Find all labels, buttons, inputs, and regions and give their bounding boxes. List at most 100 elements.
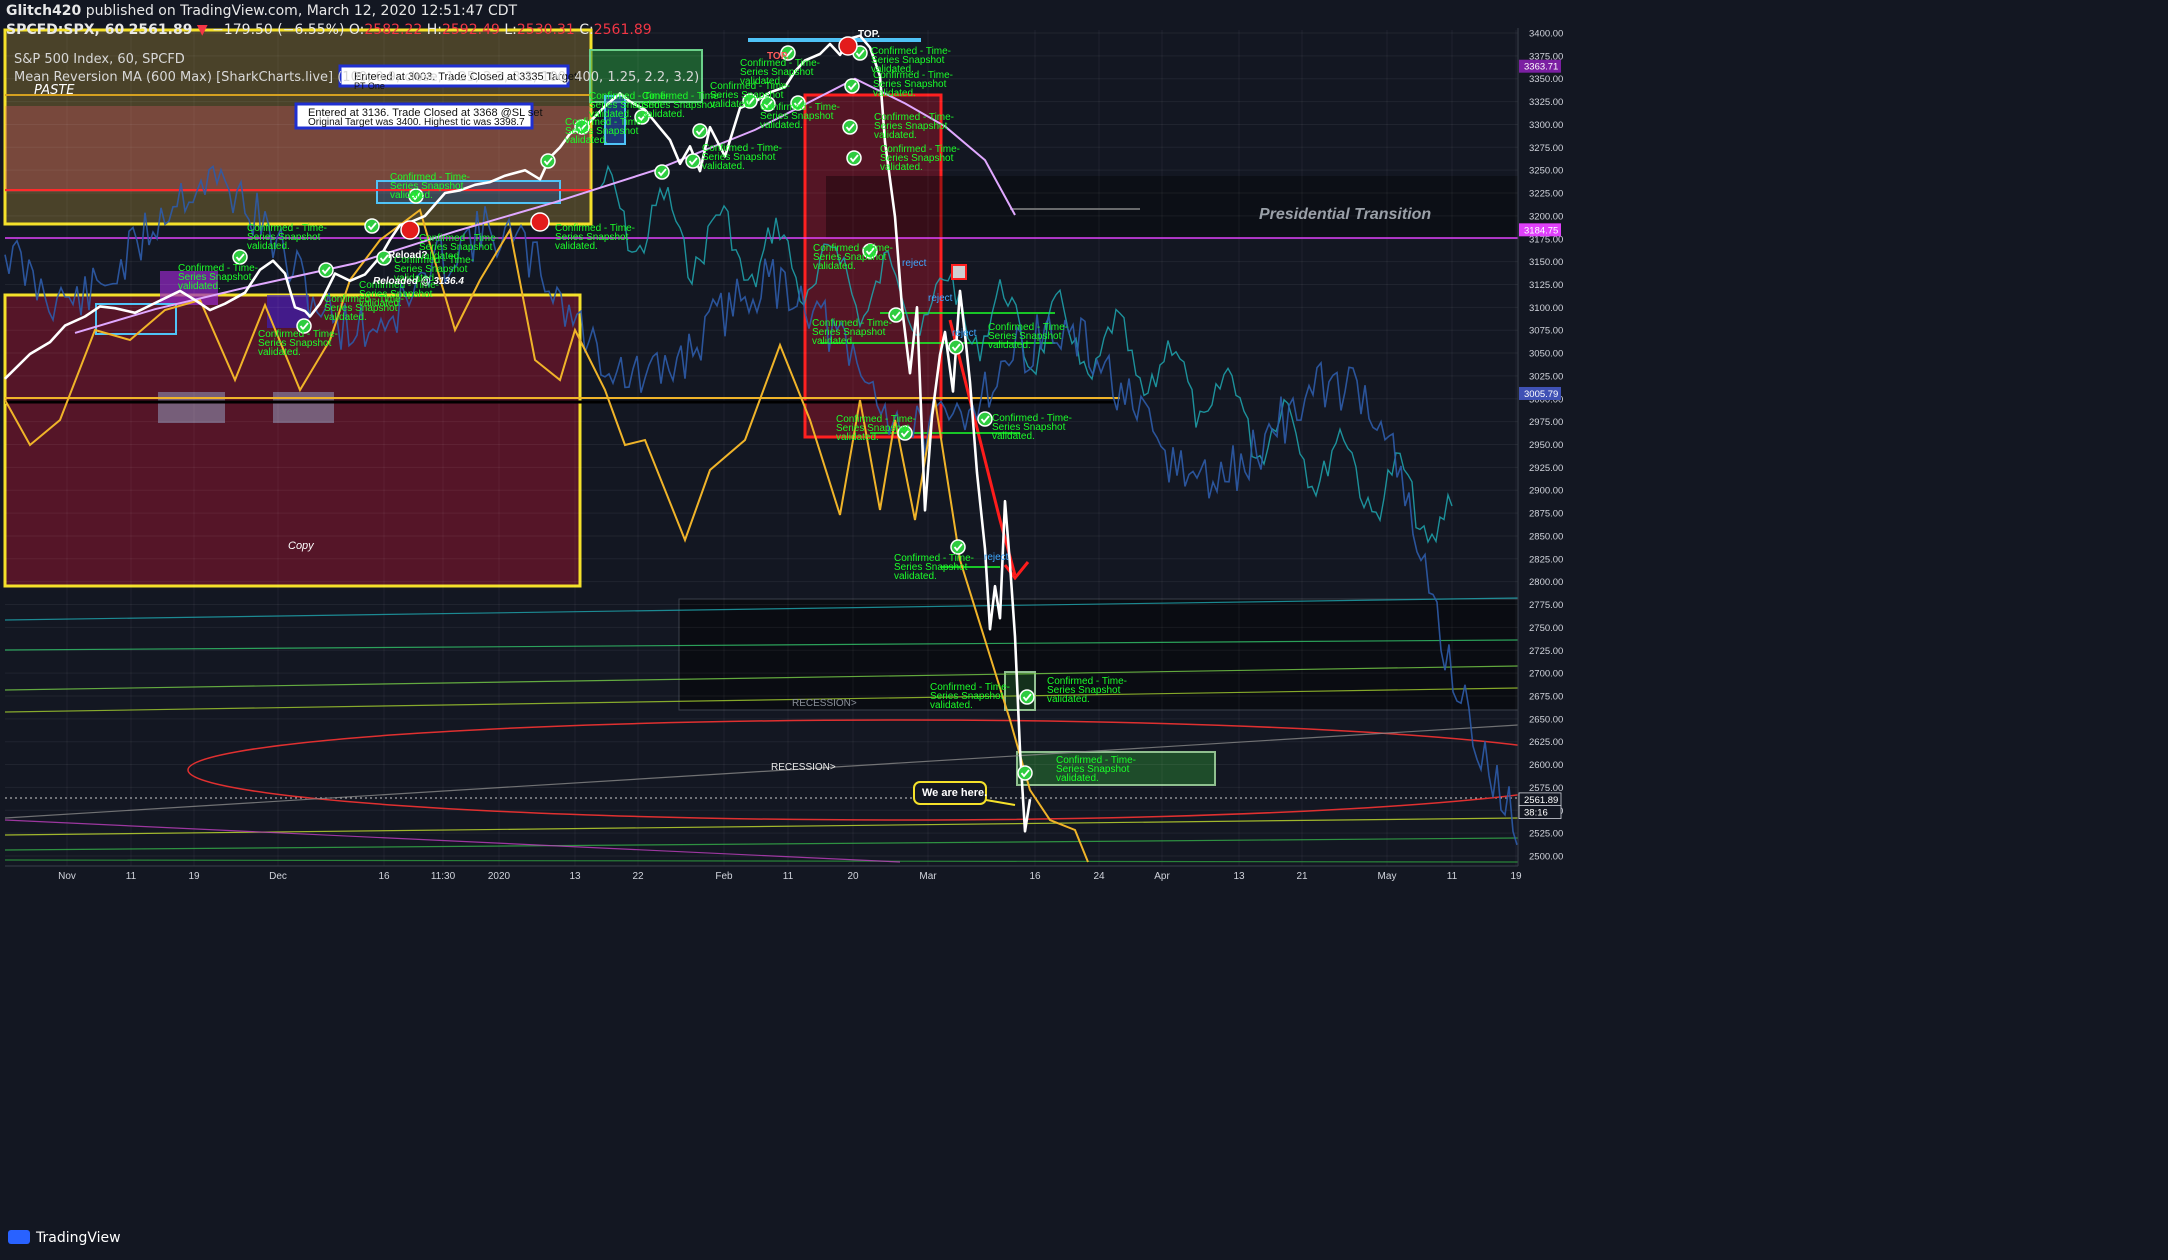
we-are-here-label: We are here. [922,787,987,799]
confirmed-label: validated. [812,336,855,347]
price-point [524,169,526,171]
price-point [489,181,491,183]
reject-label-4: reject [984,552,1009,563]
symbol-label[interactable]: SPCFD:SPX, 60 [6,22,124,38]
y-tick-label: 3100.00 [1529,303,1563,314]
x-tick-label: 22 [632,871,644,882]
y-tick-label: 2800.00 [1529,577,1563,588]
high-label: H: [426,22,442,38]
price-point [29,353,31,355]
y-tick-label: 3275.00 [1529,143,1563,154]
price-tag-label: 3184.75 [1524,225,1558,236]
x-tick-label: Dec [269,871,287,882]
confirmed-label: validated. [760,120,803,131]
gray-box-2 [273,392,334,423]
low-label: L: [504,22,517,38]
reloaded-label: Reloaded @ 3136.4 [373,276,464,287]
y-tick-label: 2775.00 [1529,600,1563,611]
price-tag-label: 2561.89 [1524,795,1558,806]
y-tick-label: 3050.00 [1529,349,1563,360]
x-tick-label: 19 [1510,871,1522,882]
recession-label-2: RECESSION> [771,762,836,773]
y-tick-label: 2875.00 [1529,509,1563,520]
confirmed-label: validated. [702,161,745,172]
y-tick-label: 3350.00 [1529,74,1563,85]
price-point [916,306,918,308]
x-tick-label: Apr [1154,871,1170,882]
check-icon [842,119,858,135]
confirmed-label: validated. [324,312,367,323]
author-name[interactable]: Glitch420 [6,3,81,19]
confirmed-label: validated. [930,700,973,711]
price-point [989,628,991,630]
price-point [999,617,1001,619]
price-point [49,341,51,343]
check-icon [950,539,966,555]
y-tick-label: 2850.00 [1529,531,1563,542]
published-text: published on TradingView.com, March 12, … [85,3,518,19]
confirmed-label: validated. [1056,773,1099,784]
reject-label-3: reject [952,328,977,339]
open-label: O: [348,22,365,38]
tradingview-logo[interactable]: TradingView [8,1230,121,1246]
price-point [334,272,336,275]
price-point [669,139,671,141]
y-tick-label: 3400.00 [1529,29,1563,40]
confirmed-label: validated. [359,298,402,309]
copy-label: Copy [288,540,315,552]
check-icon [948,339,964,355]
confirmed-label: validated. [642,109,685,120]
price-point [959,290,961,292]
price-point [244,292,246,294]
price-point [504,175,506,177]
confirmed-label: validated. [258,347,301,358]
stop-icon [400,220,420,240]
indicator-label[interactable]: Mean Reversion MA (600 Max) [SharkCharts… [14,70,699,85]
open-value: 2582.22 [364,22,423,38]
y-tick-label: 2825.00 [1529,554,1563,565]
price-point [364,273,366,275]
price-tag-label: 3005.79 [1524,389,1558,400]
top-band [748,38,921,42]
chart-canvas[interactable]: Confirmed - Time-Series Snapshotvalidate… [0,0,2168,1260]
y-tick-label: 3200.00 [1529,211,1563,222]
confirmed-label: validated. [565,135,608,146]
confirmed-label: validated. [1047,694,1090,705]
brand-label: TradingView [36,1230,121,1246]
y-tick-label: 2975.00 [1529,417,1563,428]
price-point [349,280,351,282]
reject-label-2: reject [928,293,953,304]
top-label-2: TOP. [858,29,880,40]
y-tick-label: 2650.00 [1529,714,1563,725]
price-point [931,415,933,417]
x-tick-label: 2020 [488,871,511,882]
y-tick-label: 2675.00 [1529,691,1563,702]
price-point [84,315,86,318]
price-point [224,303,226,305]
close-value: 2561.89 [593,22,652,38]
chart-title[interactable]: S&P 500 Index, 60, SPCFD [14,52,185,67]
y-tick-label: 2950.00 [1529,440,1563,451]
x-tick-label: 20 [847,871,859,882]
footer-bar [0,1218,2168,1260]
confirmed-label: validated. [880,162,923,173]
y-tick-label: 2600.00 [1529,760,1563,771]
x-tick-label: 16 [378,871,390,882]
x-tick-label: May [1378,871,1397,882]
x-tick-label: 11:30 [431,871,456,882]
price-point [894,216,896,218]
price-point [259,269,261,271]
y-tick-label: 2625.00 [1529,737,1563,748]
y-tick-label: 2700.00 [1529,669,1563,680]
time-scale-background [0,866,1518,884]
y-tick-label: 2925.00 [1529,463,1563,474]
y-tick-label: 3125.00 [1529,280,1563,291]
price-point [474,184,476,186]
confirmed-label: validated. [740,76,783,87]
price-point [559,146,561,148]
recession-label-1: RECESSION> [792,698,857,709]
down-arrow-icon: ▼ [196,22,208,38]
confirmed-label: validated. [836,432,879,443]
low-value: 2530.31 [516,22,575,38]
price-point [444,192,446,194]
